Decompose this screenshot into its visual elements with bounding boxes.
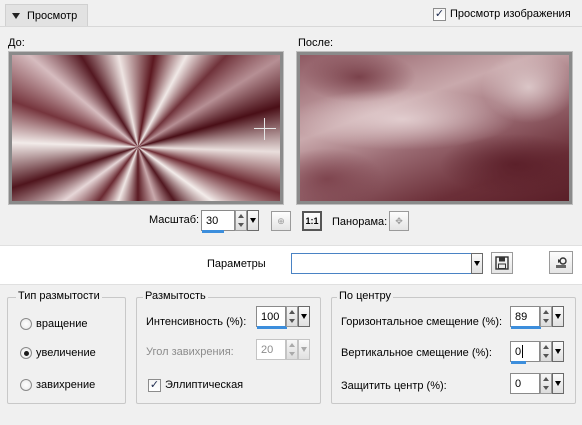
blur-type-title: Тип размытости <box>16 290 102 302</box>
spin-down-icon <box>238 223 244 227</box>
zoom-fit-icon: ⊕ <box>277 215 285 226</box>
dropdown-arrow-icon <box>301 347 307 352</box>
checkmark-icon: ✓ <box>149 379 160 391</box>
blur-title: Размытость <box>143 290 208 302</box>
twirl-angle-input[interactable]: 20 <box>256 339 286 360</box>
dropdown-arrow-icon <box>555 349 561 354</box>
h-offset-spinner[interactable] <box>540 306 552 327</box>
after-preview-image[interactable] <box>300 55 569 201</box>
v-offset-label: Вертикальное смещение (%): <box>341 347 492 359</box>
show-preview-checkbox[interactable]: ✓ <box>433 8 446 21</box>
zoom-value: 30 <box>206 214 219 227</box>
spin-down-icon <box>289 319 295 323</box>
spin-up-icon <box>543 377 549 381</box>
twirl-angle-spinner[interactable] <box>286 339 298 360</box>
radio-twirl[interactable] <box>20 379 32 391</box>
zoom-fit-button[interactable]: ⊕ <box>271 211 291 231</box>
dropdown-arrow-icon <box>474 261 480 266</box>
before-preview-image[interactable] <box>12 55 280 201</box>
save-disk-icon <box>495 256 509 270</box>
presets-dropdown-button[interactable] <box>471 253 483 274</box>
h-offset-label: Горизонтальное смещение (%): <box>341 316 503 328</box>
after-preview-frame <box>296 51 573 205</box>
h-offset-input[interactable]: 89 <box>510 306 541 329</box>
spin-up-icon <box>289 343 295 347</box>
spin-up-icon <box>543 345 549 349</box>
collapse-triangle-icon <box>12 12 20 19</box>
after-label: После: <box>298 37 334 49</box>
v-offset-input[interactable]: 0 <box>510 341 540 364</box>
spin-up-icon <box>289 310 295 314</box>
dropdown-arrow-icon <box>555 381 561 386</box>
zoom-dropdown-button[interactable] <box>247 210 259 231</box>
radio-rotation-label: вращение <box>36 318 88 330</box>
zoom-spinner[interactable] <box>235 210 247 231</box>
checkmark-icon: ✓ <box>434 8 445 20</box>
actual-size-icon: 1:1 <box>305 216 319 226</box>
h-offset-dropdown-button[interactable] <box>552 306 564 327</box>
text-cursor <box>522 345 524 358</box>
v-offset-slider-bar[interactable] <box>511 361 526 364</box>
protect-center-value: 0 <box>515 377 522 390</box>
zoom-input[interactable]: 30 <box>201 210 235 233</box>
elliptical-label: Эллиптическая <box>165 379 244 391</box>
radio-twirl-label: завихрение <box>36 379 96 391</box>
preview-tab-label: Просмотр <box>27 9 78 22</box>
pan-button[interactable]: ✥ <box>389 211 409 231</box>
header-divider <box>0 26 582 27</box>
intensity-slider-bar[interactable] <box>257 326 287 329</box>
pan-move-icon: ✥ <box>395 215 403 226</box>
dropdown-arrow-icon <box>250 218 256 223</box>
zoom-label: Масштаб: <box>149 214 200 226</box>
twirl-angle-value: 20 <box>261 343 274 356</box>
protect-center-spinner[interactable] <box>540 373 552 394</box>
v-offset-value: 0 <box>515 345 522 358</box>
before-label: До: <box>8 37 25 49</box>
before-preview-frame <box>8 51 284 205</box>
preview-toggle-tab[interactable]: Просмотр <box>5 4 88 26</box>
presets-label: Параметры <box>207 258 266 270</box>
radio-zoom[interactable] <box>20 347 32 359</box>
twirl-angle-dropdown-button[interactable] <box>298 339 310 360</box>
v-offset-dropdown-button[interactable] <box>552 341 564 362</box>
elliptical-checkbox[interactable]: ✓ <box>148 379 161 392</box>
intensity-label: Интенсивность (%): <box>146 316 247 328</box>
center-crosshair-h <box>254 128 276 129</box>
intensity-dropdown-button[interactable] <box>298 306 310 327</box>
save-preset-button[interactable] <box>491 252 513 274</box>
spin-down-icon <box>543 319 549 323</box>
show-preview-label: Просмотр изображения <box>450 8 571 20</box>
dropdown-arrow-icon <box>555 314 561 319</box>
spin-up-icon <box>543 310 549 314</box>
spin-down-icon <box>543 386 549 390</box>
zoom-slider-bar[interactable] <box>202 230 224 233</box>
intensity-value: 100 <box>261 310 280 323</box>
reset-icon <box>556 256 567 268</box>
h-offset-value: 89 <box>515 310 528 323</box>
intensity-input[interactable]: 100 <box>256 306 287 329</box>
divider-bottom <box>0 284 582 285</box>
center-crosshair-v <box>264 118 265 140</box>
reset-defaults-button[interactable] <box>549 251 573 274</box>
radio-zoom-label: увеличение <box>36 347 96 359</box>
protect-center-dropdown-button[interactable] <box>552 373 564 394</box>
pan-label: Панорама: <box>332 216 388 228</box>
actual-size-button[interactable]: 1:1 <box>302 211 322 231</box>
twirl-angle-label: Угол завихрения: <box>146 346 234 358</box>
v-offset-spinner[interactable] <box>540 341 552 362</box>
h-offset-slider-bar[interactable] <box>511 326 541 329</box>
protect-center-input[interactable]: 0 <box>510 373 540 394</box>
spin-down-icon <box>543 354 549 358</box>
intensity-spinner[interactable] <box>286 306 298 327</box>
presets-combobox[interactable] <box>291 253 483 274</box>
spin-down-icon <box>289 352 295 356</box>
dropdown-arrow-icon <box>301 314 307 319</box>
radio-rotation[interactable] <box>20 318 32 330</box>
center-title: По центру <box>337 290 393 302</box>
protect-center-label: Защитить центр (%): <box>341 380 447 392</box>
spin-up-icon <box>238 214 244 218</box>
